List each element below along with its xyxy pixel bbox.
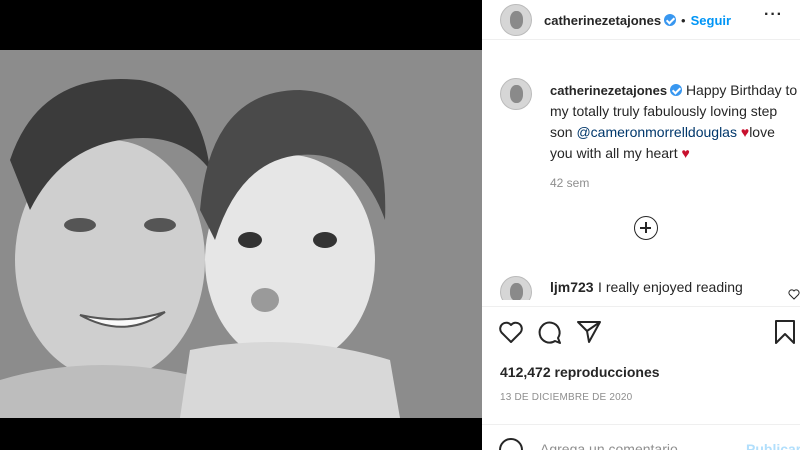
media-pane xyxy=(0,0,482,450)
post-comment-button[interactable]: Publicar xyxy=(746,441,800,450)
verified-badge-icon xyxy=(664,14,677,26)
comment-bubble-icon[interactable] xyxy=(536,319,562,345)
follow-button[interactable]: Seguir xyxy=(691,13,731,28)
post-caption: catherinezetajones Happy Birthday to my … xyxy=(550,80,798,164)
caption-avatar[interactable] xyxy=(500,78,532,110)
caption-username[interactable]: catherinezetajones xyxy=(550,83,667,98)
post-time[interactable]: 42 sem xyxy=(550,176,589,190)
photo-content xyxy=(0,50,482,418)
post-date: 13 DE DICIEMBRE DE 2020 xyxy=(500,392,633,403)
action-bar xyxy=(482,306,800,362)
header-user: catherinezetajones • Seguir xyxy=(544,12,731,30)
author-avatar[interactable] xyxy=(500,4,532,36)
post-sidebar: catherinezetajones • Seguir ··· catherinez… xyxy=(482,0,800,450)
verified-badge-icon xyxy=(670,84,683,96)
red-heart-icon: ♥ xyxy=(740,124,750,140)
red-heart-icon: ♥ xyxy=(681,145,690,161)
view-count[interactable]: 412,472 reproducciones xyxy=(500,364,660,380)
comment-row: ljm723 I really enjoyed reading xyxy=(482,268,800,300)
emoji-icon[interactable] xyxy=(498,437,524,450)
paper-plane-icon[interactable] xyxy=(576,319,602,345)
separator-dot: • xyxy=(681,13,686,28)
bookmark-icon[interactable] xyxy=(772,319,798,345)
more-options-icon[interactable]: ··· xyxy=(764,6,783,24)
comment-input[interactable]: Agrega un comentario... xyxy=(540,441,689,450)
comment-body: ljm723 I really enjoyed reading xyxy=(550,279,743,297)
heart-outline-icon[interactable] xyxy=(498,319,524,345)
comment-like-icon[interactable] xyxy=(788,288,800,300)
comment-text: I really enjoyed reading xyxy=(598,279,743,295)
author-username[interactable]: catherinezetajones xyxy=(544,13,661,28)
video-player[interactable] xyxy=(0,50,482,418)
post-header: catherinezetajones • Seguir ··· xyxy=(482,0,800,40)
plus-circle-icon[interactable] xyxy=(634,216,658,240)
add-comment-bar: Agrega un comentario... Publicar xyxy=(482,424,800,450)
comment-username[interactable]: ljm723 xyxy=(550,279,594,295)
caption-mention[interactable]: @cameronmorrelldouglas xyxy=(576,124,737,140)
commenter-avatar[interactable] xyxy=(500,276,532,300)
